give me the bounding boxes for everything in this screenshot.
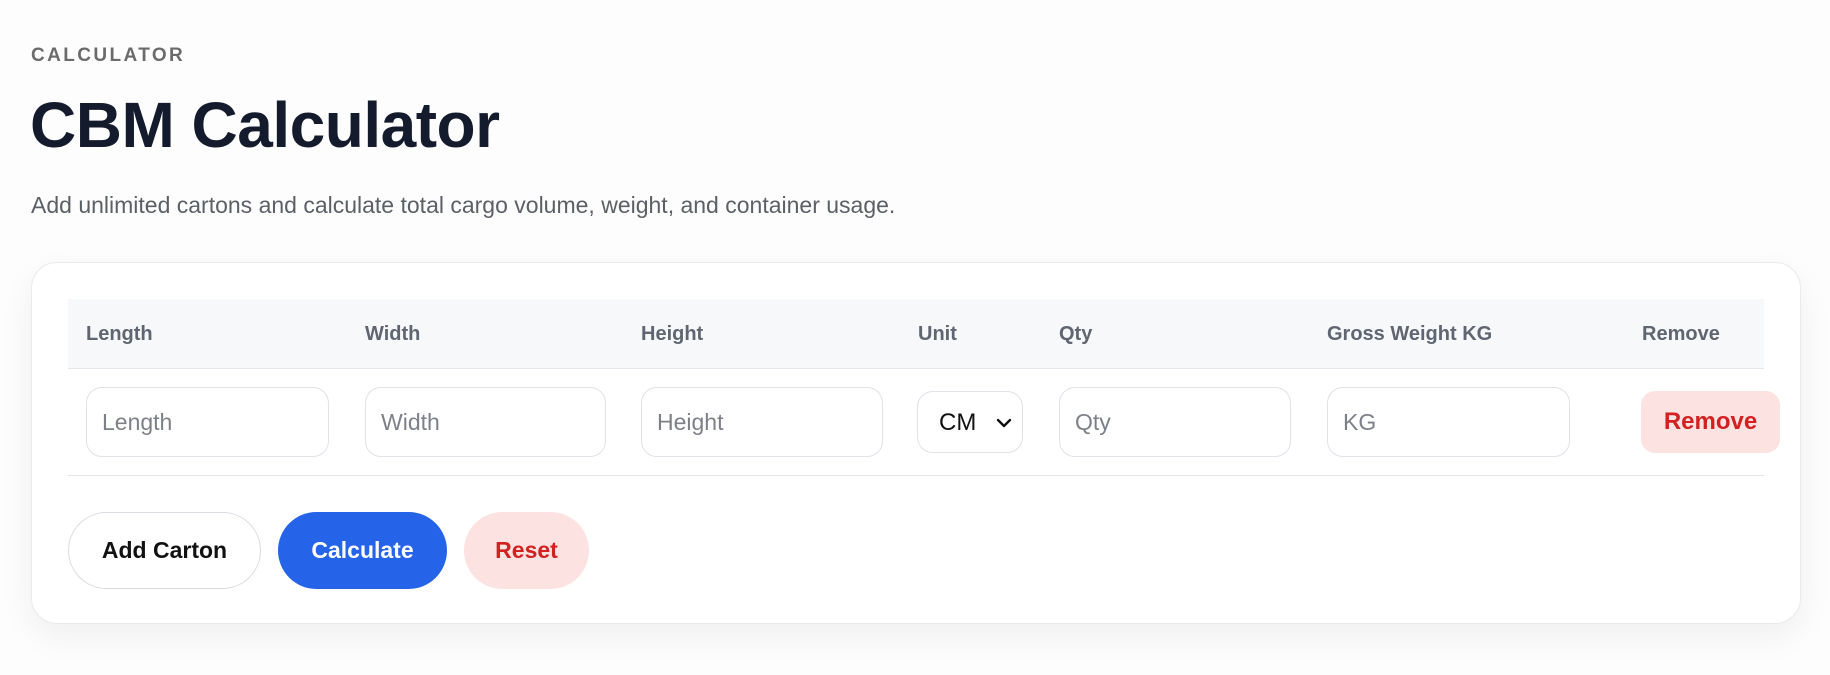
column-header-width: Width xyxy=(365,323,421,345)
chevron-down-icon xyxy=(996,418,1012,428)
column-header-qty: Qty xyxy=(1059,323,1093,345)
column-header-unit: Unit xyxy=(918,323,957,345)
column-header-length: Length xyxy=(86,323,153,345)
height-input[interactable] xyxy=(641,387,883,457)
length-input[interactable] xyxy=(86,387,329,457)
page: CALCULATOR CBM Calculator Add unlimited … xyxy=(0,0,1830,675)
calculate-button[interactable]: Calculate xyxy=(278,512,447,589)
remove-row-button[interactable]: Remove xyxy=(1641,391,1780,453)
add-carton-button[interactable]: Add Carton xyxy=(68,512,261,589)
section-eyebrow: CALCULATOR xyxy=(31,45,186,66)
page-subtitle: Add unlimited cartons and calculate tota… xyxy=(31,192,896,218)
column-header-gross-weight: Gross Weight KG xyxy=(1327,323,1493,345)
reset-button[interactable]: Reset xyxy=(464,512,589,589)
unit-selected-value: CM xyxy=(939,409,977,436)
column-header-remove: Remove xyxy=(1642,323,1720,345)
column-header-height: Height xyxy=(641,323,704,345)
qty-input[interactable] xyxy=(1059,387,1291,457)
gross-weight-input[interactable] xyxy=(1327,387,1570,457)
unit-select[interactable]: CM xyxy=(917,391,1023,453)
page-title: CBM Calculator xyxy=(30,89,500,161)
table-header: Length Width Height Unit Qty Gross Weigh… xyxy=(68,299,1764,369)
calculator-card: Length Width Height Unit Qty Gross Weigh… xyxy=(31,262,1801,624)
width-input[interactable] xyxy=(365,387,606,457)
carton-row: CM Remove xyxy=(68,369,1780,476)
